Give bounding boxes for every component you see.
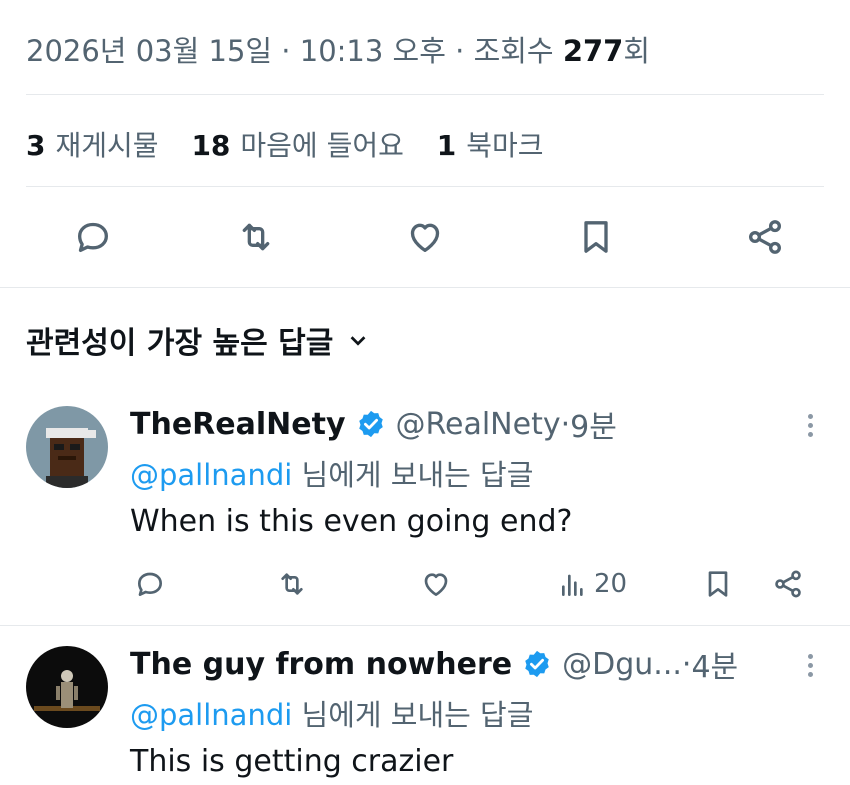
share-icon [749,220,781,254]
time-separator: · [560,406,571,442]
dot-icon [808,414,813,419]
more-options-button[interactable] [808,410,816,441]
like-button[interactable] [400,212,450,262]
replying-to-link[interactable]: @pallnandi [130,458,292,492]
bookmark-button[interactable] [571,212,621,262]
repost-icon [242,223,270,251]
reply-sort-dropdown[interactable]: 관련성이 가장 높은 답글 [26,318,369,362]
meta-separator: · [445,34,474,68]
post-meta-line: 2026년 03월 15일 · 10:13 오후 · 조회수 277회 [26,28,650,70]
replying-to-line: @pallnandi 님에게 보내는 답글 [130,452,533,494]
dot-icon [808,663,813,668]
likes-count: 18 [191,129,231,162]
replying-to-line: @pallnandi 님에게 보내는 답글 [130,692,533,734]
bookmarks-label: 북마크 [466,129,544,162]
verified-badge-icon [358,410,383,438]
time-separator: · [681,646,692,682]
likes-label: 마음에 들어요 [240,129,404,162]
bookmarks-stat[interactable]: 1 북마크 [437,129,544,162]
meta-separator: · [272,34,300,68]
views-count: 277 [562,34,624,68]
bookmarks-count: 1 [436,129,457,162]
user-handle[interactable]: @Dgu... [562,647,682,682]
pixel-avatar-icon [26,406,108,488]
replying-to-suffix: 님에게 보내는 답글 [292,458,534,492]
likes-stat[interactable]: 18 마음에 들어요 [191,129,403,162]
like-button[interactable] [420,564,452,604]
dark-photo-avatar-icon [26,646,108,728]
sort-label: 관련성이 가장 높은 답글 [26,326,334,361]
divider [26,94,824,95]
bookmark-icon [708,571,728,597]
post-date: 2026년 03월 15일 [26,34,273,68]
dot-icon [808,654,813,659]
views-label: 조회수 [473,34,563,68]
reply-text: When is this even going end? [130,504,573,539]
reply-button[interactable] [134,564,166,604]
reply-time[interactable]: 9분 [570,402,617,446]
display-name[interactable]: The guy from nowhere [130,647,512,682]
reply-button[interactable] [68,212,118,262]
replying-to-link[interactable]: @pallnandi [130,698,292,732]
dot-icon [808,672,813,677]
share-icon [775,570,801,598]
views-suffix: 회 [623,34,651,68]
post-action-bar [0,212,850,262]
display-name[interactable]: TheRealNety [130,407,346,442]
reply-icon [138,572,162,596]
chevron-down-icon [350,336,366,346]
repost-icon [281,573,303,595]
repost-button[interactable] [231,212,281,262]
views-button[interactable]: 20 [558,564,627,604]
reply-icon [78,222,109,252]
heart-icon [424,573,448,596]
divider [0,287,850,288]
views-chart-icon [562,574,583,596]
divider [0,625,850,626]
replying-to-suffix: 님에게 보내는 답글 [292,698,534,732]
reply-header: The guy from nowhere @Dgu... · 4분 [130,642,738,686]
reply-time[interactable]: 4분 [691,642,738,686]
views-count: 20 [594,569,628,599]
avatar[interactable] [26,406,108,488]
avatar[interactable] [26,646,108,728]
verified-badge-icon [525,650,549,678]
engagement-stats: 3 재게시물 18 마음에 들어요 1 북마크 [26,124,568,164]
bookmark-icon [584,221,608,253]
repost-button[interactable] [276,564,308,604]
reposts-count: 3 [26,129,46,162]
reply-text: This is getting crazier [130,744,454,779]
reply-action-bar: 20 [0,564,850,604]
bookmark-button[interactable] [702,564,734,604]
dot-icon [808,423,813,428]
share-button[interactable] [772,564,804,604]
reposts-stat[interactable]: 3 재게시물 [26,129,159,162]
reposts-label: 재게시물 [55,129,159,162]
post-time: 10:13 오후 [299,34,446,68]
dot-icon [808,432,813,437]
divider [26,186,824,187]
more-options-button[interactable] [808,650,816,681]
user-handle[interactable]: @RealNety [396,407,561,442]
share-button[interactable] [740,212,790,262]
heart-icon [410,223,440,252]
reply-header: TheRealNety @RealNety · 9분 [130,402,617,446]
